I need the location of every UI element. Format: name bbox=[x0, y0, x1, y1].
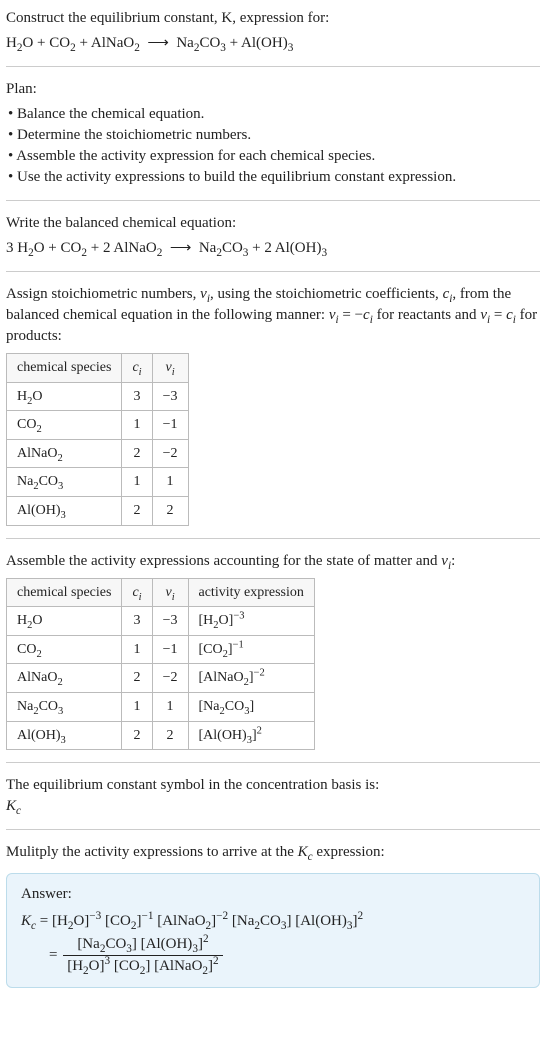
cell-species: AlNaO2 bbox=[7, 664, 122, 693]
table-row: CO2 1 −1 [CO2]−1 bbox=[7, 635, 315, 664]
cell-ci: 1 bbox=[122, 692, 152, 721]
cell-ci: 1 bbox=[122, 635, 152, 664]
cell-activity: [Al(OH)3]2 bbox=[188, 721, 314, 750]
balanced-equation: 3 H2O + CO2 + 2 AlNaO2 ⟶ Na2CO3 + 2 Al(O… bbox=[6, 238, 540, 259]
answer-box: Answer: Kc = [H2O]−3 [CO2]−1 [AlNaO2]−2 … bbox=[6, 873, 540, 988]
answer-fraction: [Na2CO3] [Al(OH)3]2 [H2O]3 [CO2] [AlNaO2… bbox=[63, 934, 222, 977]
plan-item: Use the activity expressions to build th… bbox=[8, 167, 540, 188]
cell-ci: 1 bbox=[122, 468, 152, 497]
cell-activity: [CO2]−1 bbox=[188, 635, 314, 664]
cell-ci: 3 bbox=[122, 382, 152, 411]
fraction-numerator: [Na2CO3] [Al(OH)3]2 bbox=[63, 934, 222, 956]
cell-ci: 2 bbox=[122, 664, 152, 693]
cell-vi: −2 bbox=[152, 664, 188, 693]
cell-ci: 2 bbox=[122, 721, 152, 750]
cell-ci: 3 bbox=[122, 607, 152, 636]
cell-species: Na2CO3 bbox=[7, 692, 122, 721]
multiply-heading: Mulitply the activity expressions to arr… bbox=[6, 842, 540, 863]
cell-species: Al(OH)3 bbox=[7, 496, 122, 525]
answer-line2: = [Na2CO3] [Al(OH)3]2 [H2O]3 [CO2] [AlNa… bbox=[21, 934, 525, 977]
table-row: AlNaO2 2 −2 bbox=[7, 439, 189, 468]
activity-section: Assemble the activity expressions accoun… bbox=[6, 551, 540, 764]
kc-symbol-line1: The equilibrium constant symbol in the c… bbox=[6, 775, 540, 796]
cell-ci: 1 bbox=[122, 411, 152, 440]
stoich-section: Assign stoichiometric numbers, νi, using… bbox=[6, 284, 540, 539]
table-row: Al(OH)3 2 2 [Al(OH)3]2 bbox=[7, 721, 315, 750]
cell-activity: [AlNaO2]−2 bbox=[188, 664, 314, 693]
cell-vi: 1 bbox=[152, 692, 188, 721]
stoich-heading: Assign stoichiometric numbers, νi, using… bbox=[6, 284, 540, 347]
cell-activity: [Na2CO3] bbox=[188, 692, 314, 721]
table-row: Na2CO3 1 1 [Na2CO3] bbox=[7, 692, 315, 721]
kc-symbol-section: The equilibrium constant symbol in the c… bbox=[6, 775, 540, 830]
col-species: chemical species bbox=[7, 354, 122, 383]
plan-section: Plan: Balance the chemical equation. Det… bbox=[6, 79, 540, 201]
cell-vi: 1 bbox=[152, 468, 188, 497]
plan-item: Determine the stoichiometric numbers. bbox=[8, 125, 540, 146]
cell-vi: 2 bbox=[152, 496, 188, 525]
cell-species: AlNaO2 bbox=[7, 439, 122, 468]
table-row: Al(OH)3 2 2 bbox=[7, 496, 189, 525]
col-ci: ci bbox=[122, 578, 152, 607]
plan-list: Balance the chemical equation. Determine… bbox=[6, 104, 540, 188]
kc-symbol-line2: Kc bbox=[6, 796, 540, 817]
stoich-table: chemical species ci νi H2O 3 −3 CO2 1 −1… bbox=[6, 353, 189, 526]
intro-heading-text: Construct the equilibrium constant, K, e… bbox=[6, 10, 329, 26]
cell-species: CO2 bbox=[7, 635, 122, 664]
cell-species: CO2 bbox=[7, 411, 122, 440]
intro-heading: Construct the equilibrium constant, K, e… bbox=[6, 8, 540, 29]
cell-vi: −2 bbox=[152, 439, 188, 468]
col-species: chemical species bbox=[7, 578, 122, 607]
col-activity: activity expression bbox=[188, 578, 314, 607]
cell-ci: 2 bbox=[122, 439, 152, 468]
activity-heading: Assemble the activity expressions accoun… bbox=[6, 551, 540, 572]
col-ci: ci bbox=[122, 354, 152, 383]
table-row: CO2 1 −1 bbox=[7, 411, 189, 440]
balanced-heading: Write the balanced chemical equation: bbox=[6, 213, 540, 234]
cell-species: Na2CO3 bbox=[7, 468, 122, 497]
table-row: Na2CO3 1 1 bbox=[7, 468, 189, 497]
cell-vi: −3 bbox=[152, 382, 188, 411]
plan-heading: Plan: bbox=[6, 79, 540, 100]
cell-vi: −1 bbox=[152, 635, 188, 664]
table-row: H2O 3 −3 [H2O]−3 bbox=[7, 607, 315, 636]
cell-species: H2O bbox=[7, 382, 122, 411]
table-header-row: chemical species ci νi bbox=[7, 354, 189, 383]
cell-species: Al(OH)3 bbox=[7, 721, 122, 750]
cell-species: H2O bbox=[7, 607, 122, 636]
intro-equation: H2O + CO2 + AlNaO2 ⟶ Na2CO3 + Al(OH)3 bbox=[6, 33, 540, 54]
table-header-row: chemical species ci νi activity expressi… bbox=[7, 578, 315, 607]
table-row: AlNaO2 2 −2 [AlNaO2]−2 bbox=[7, 664, 315, 693]
intro-section: Construct the equilibrium constant, K, e… bbox=[6, 8, 540, 67]
answer-line1: Kc = [H2O]−3 [CO2]−1 [AlNaO2]−2 [Na2CO3]… bbox=[21, 911, 525, 932]
table-row: H2O 3 −3 bbox=[7, 382, 189, 411]
cell-vi: −3 bbox=[152, 607, 188, 636]
plan-item: Assemble the activity expression for eac… bbox=[8, 146, 540, 167]
activity-table: chemical species ci νi activity expressi… bbox=[6, 578, 315, 751]
cell-vi: 2 bbox=[152, 721, 188, 750]
col-vi: νi bbox=[152, 354, 188, 383]
answer-line1-text: Kc = [H2O]−3 [CO2]−1 [AlNaO2]−2 [Na2CO3]… bbox=[21, 913, 363, 929]
answer-label: Answer: bbox=[21, 884, 525, 905]
multiply-section: Mulitply the activity expressions to arr… bbox=[6, 842, 540, 867]
cell-ci: 2 bbox=[122, 496, 152, 525]
balanced-section: Write the balanced chemical equation: 3 … bbox=[6, 213, 540, 272]
plan-item: Balance the chemical equation. bbox=[8, 104, 540, 125]
cell-activity: [H2O]−3 bbox=[188, 607, 314, 636]
fraction-denominator: [H2O]3 [CO2] [AlNaO2]2 bbox=[63, 956, 222, 977]
col-vi: νi bbox=[152, 578, 188, 607]
cell-vi: −1 bbox=[152, 411, 188, 440]
